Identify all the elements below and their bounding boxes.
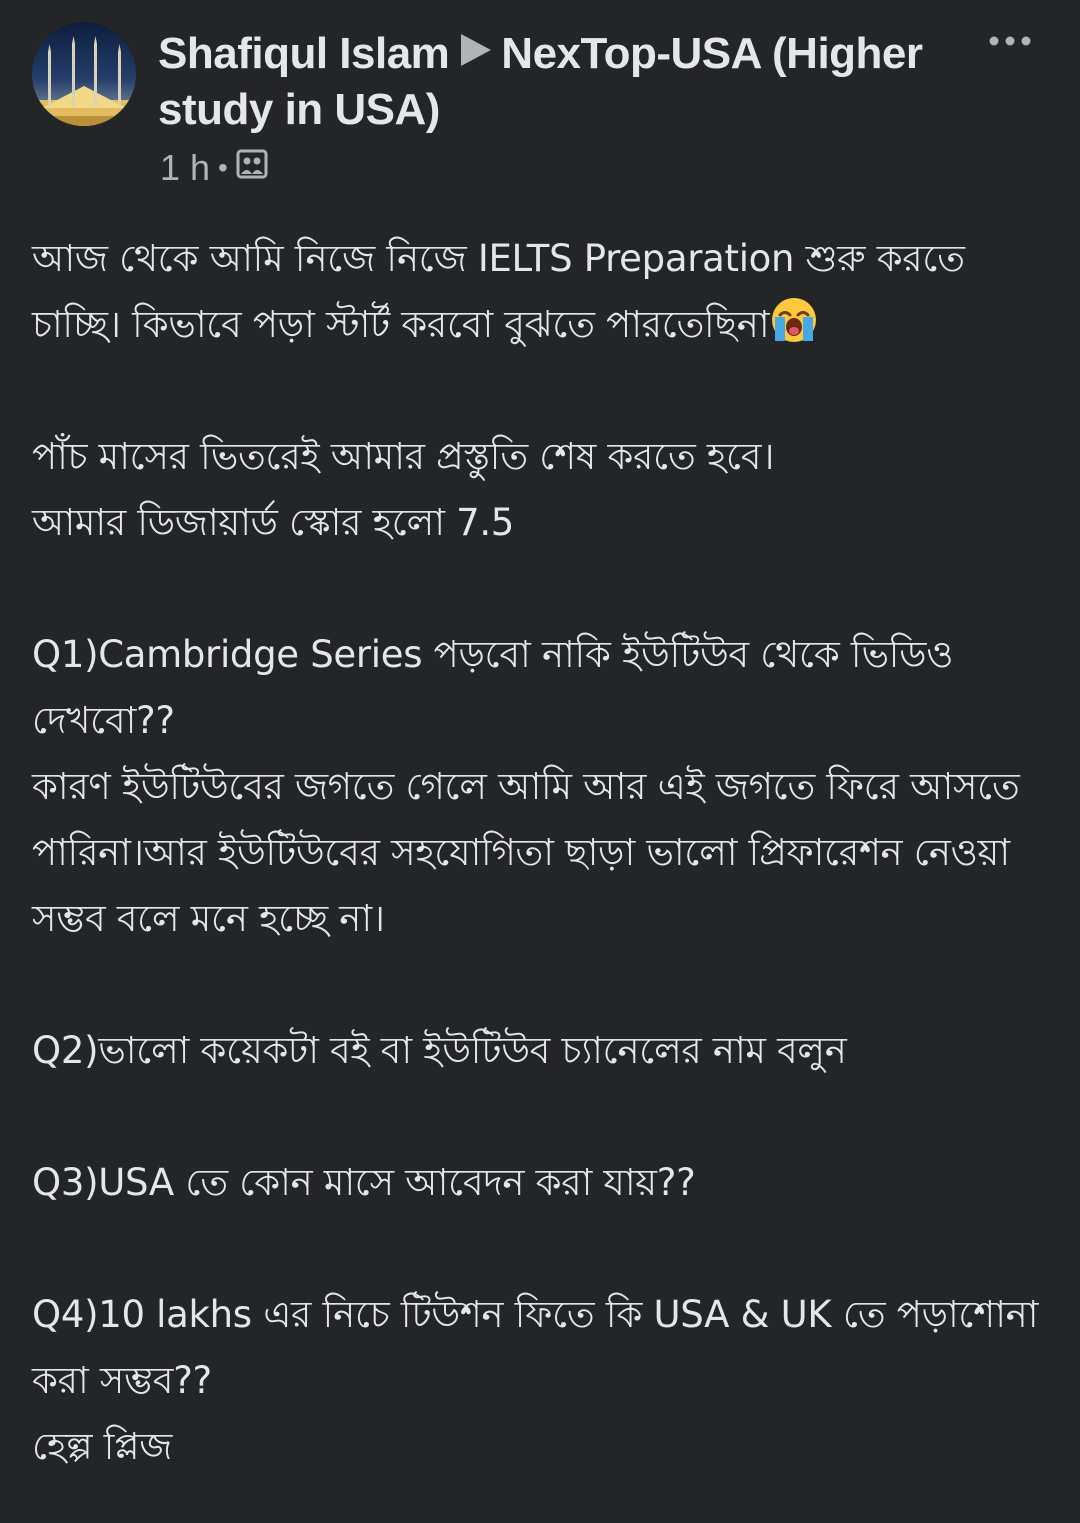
more-options-icon[interactable] [984, 26, 1036, 56]
group-audience-icon [236, 147, 268, 189]
post-header: Shafiqul Islam NexTop-USA (Higher study i… [0, 0, 1080, 200]
post-timestamp[interactable]: 1 h [160, 147, 210, 189]
intro-text: আজ থেকে আমি নিজে নিজে IELTS Preparation … [32, 237, 965, 346]
loudly-crying-face-emoji-icon [769, 295, 819, 345]
question-3: Q3)USA তে কোন মাসে আবেদন করা যায়?? [32, 1161, 696, 1204]
question-1: Q1)Cambridge Series পড়বো নাকি ইউটিউব থে… [32, 633, 954, 742]
author-name[interactable]: Shafiqul Islam [158, 29, 450, 78]
post-line-target-score: আমার ডিজায়ার্ড স্কোর হলো 7.5 [32, 501, 515, 544]
post-body: আজ থেকে আমি নিজে নিজে IELTS Preparation … [32, 226, 1052, 1480]
mosque-photo-icon [32, 22, 136, 126]
question-2: Q2)ভালো কয়েকটা বই বা ইউটিউব চ্যানেলের ন… [32, 1029, 847, 1072]
post-meta: 1 h • [160, 146, 268, 190]
meta-separator: • [218, 152, 228, 183]
post-title: Shafiqul Islam NexTop-USA (Higher study i… [158, 26, 968, 138]
author-avatar[interactable] [32, 22, 136, 126]
arrow-right-icon [461, 34, 492, 66]
post-line-deadline: পাঁচ মাসের ভিতরেই আমার প্রস্তুতি শেষ করত… [32, 435, 775, 478]
closing-line: হেল্প প্লিজ [32, 1425, 173, 1468]
question-4: Q4)10 lakhs এর নিচে টিউশন ফিতে কি USA & … [32, 1293, 1039, 1402]
post-paragraph-intro: আজ থেকে আমি নিজে নিজে IELTS Preparation … [32, 226, 1052, 358]
question-1-reason: কারণ ইউটিউবের জগতে গেলে আমি আর এই জগতে ফ… [32, 765, 1020, 940]
